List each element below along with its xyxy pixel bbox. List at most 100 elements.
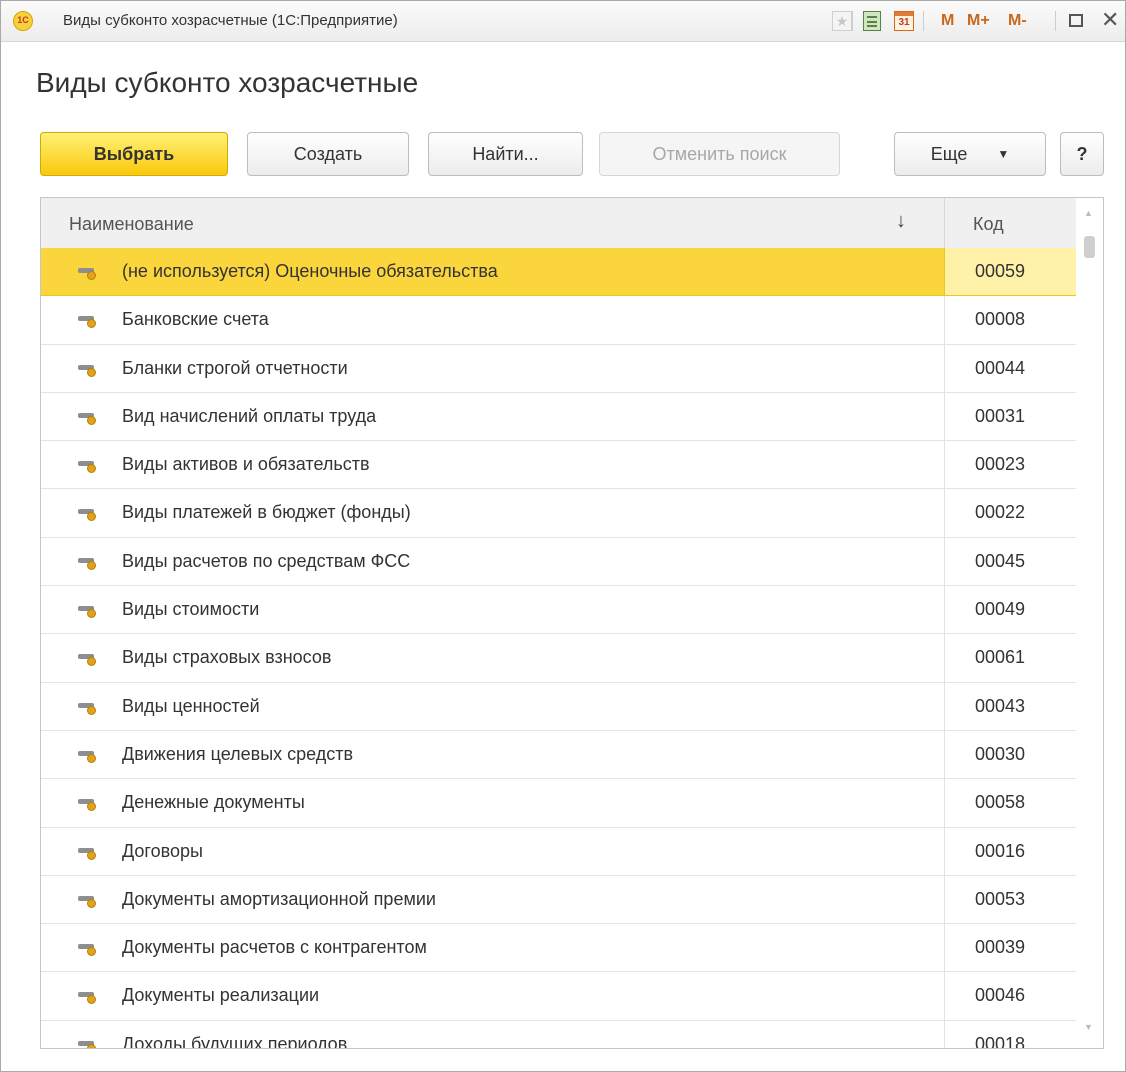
table-row[interactable]: Документы расчетов с контрагентом 00039 [41,924,1076,973]
close-icon[interactable]: ✕ [1101,8,1119,32]
subconto-type-icon [78,268,96,280]
subconto-type-icon [78,895,96,908]
row-name: Виды активов и обязательств [122,454,370,475]
row-code: 00030 [975,743,1026,764]
subconto-type-icon [78,461,96,474]
table-row[interactable]: Документы реализации 00046 [41,972,1076,1021]
app-window: 1С Виды субконто хозрасчетные (1С:Предпр… [0,0,1126,1072]
row-code-cell: 00043 [944,682,1076,730]
cancel-search-button: Отменить поиск [599,132,840,176]
subconto-type-icon [78,944,96,957]
row-code-cell: 00058 [944,779,1076,827]
row-code-cell: 00023 [944,441,1076,489]
row-name: Банковские счета [122,309,269,330]
favorite-star-icon[interactable]: ★ [832,11,852,31]
row-name: Вид начислений оплаты труда [122,405,377,426]
table-row[interactable]: Виды стоимости 00049 [41,586,1076,635]
row-code-cell: 00053 [944,875,1076,924]
table-row[interactable]: (не используется) Оценочные обязательств… [41,248,1076,297]
scroll-down-arrow-icon[interactable]: ▼ [1084,1022,1093,1032]
subconto-type-icon [78,412,96,425]
row-code-cell: 00045 [944,537,1076,586]
table-row[interactable]: Виды расчетов по средствам ФСС 00045 [41,537,1076,587]
row-code: 00058 [975,792,1026,813]
table-row[interactable]: Денежные документы 00058 [41,779,1076,828]
row-code-cell: 00059 [944,248,1076,296]
row-name: Документы реализации [122,985,320,1006]
table-row[interactable]: Виды активов и обязательств 00023 [41,441,1076,490]
subconto-type-icon [78,654,96,667]
table-row[interactable]: Виды страховых взносов 00061 [41,634,1076,683]
row-code-cell: 00018 [944,1020,1076,1048]
row-code-cell: 00044 [944,344,1076,392]
row-code: 00016 [975,840,1026,861]
calculator-icon[interactable] [863,11,881,31]
row-name: Документы амортизационной премии [122,888,436,909]
row-code: 00049 [975,599,1026,620]
table-row[interactable]: Вид начислений оплаты труда 00031 [41,392,1076,442]
subconto-type-icon [78,509,96,522]
subconto-type-icon [78,702,96,715]
row-code: 00043 [975,695,1026,716]
column-header-code-cell[interactable]: Код [944,198,1076,248]
subconto-type-icon [78,799,96,812]
more-button[interactable]: Еще ▼ [894,132,1046,176]
help-button[interactable]: ? [1060,132,1104,176]
row-name: Виды страховых взносов [122,647,332,668]
scroll-thumb[interactable] [1084,236,1095,258]
row-code: 00046 [975,985,1026,1006]
sort-down-arrow-icon[interactable]: ↓ [896,210,906,233]
row-name: Документы расчетов с контрагентом [122,937,427,958]
table-row[interactable]: Банковские счета 00008 [41,296,1076,345]
row-name: Договоры [122,840,203,861]
table-row[interactable]: Договоры 00016 [41,827,1076,876]
memory-m-button[interactable]: M [941,12,954,30]
toolbar-divider [923,11,924,31]
subconto-type-icon [78,316,96,329]
column-header-name[interactable]: Наименование [69,214,194,235]
app-logo-icon[interactable]: 1С [13,11,33,31]
table-row[interactable]: Доходы будущих периодов 00018 [41,1020,1076,1049]
maximize-icon[interactable] [1069,14,1083,27]
row-code: 00059 [975,261,1026,281]
row-code-cell: 00046 [944,972,1076,1020]
row-code: 00023 [975,454,1026,475]
select-button[interactable]: Выбрать [40,132,228,176]
row-code-cell: 00016 [944,827,1076,875]
find-button[interactable]: Найти... [428,132,583,176]
row-name: (не используется) Оценочные обязательств… [122,261,498,281]
table-row[interactable]: Виды ценностей 00043 [41,682,1076,731]
create-button[interactable]: Создать [247,132,409,176]
subconto-type-icon [78,847,96,860]
app-logo-text: 1С [17,15,29,25]
subconto-type-icon [78,992,96,1005]
row-name: Движения целевых средств [122,743,354,764]
memory-minus-button[interactable]: M- [1008,12,1027,30]
row-name: Виды платежей в бюджет (фонды) [122,502,411,523]
row-name: Виды расчетов по средствам ФСС [122,550,411,571]
calendar-icon[interactable]: 31 [894,11,914,31]
table-row[interactable]: Виды платежей в бюджет (фонды) 00022 [41,489,1076,538]
row-code-cell: 00022 [944,489,1076,537]
row-name: Бланки строгой отчетности [122,357,348,378]
toolbar-divider [852,11,853,31]
scroll-up-arrow-icon[interactable]: ▲ [1084,208,1093,218]
row-code-cell: 00031 [944,392,1076,441]
more-label: Еще [930,143,968,164]
table-row[interactable]: Документы амортизационной премии 00053 [41,875,1076,925]
dropdown-arrow-icon: ▼ [997,147,1010,161]
table-row[interactable]: Движения целевых средств 00030 [41,730,1076,780]
title-bar[interactable]: 1С Виды субконто хозрасчетные (1С:Предпр… [1,1,1125,42]
row-name: Доходы будущих периодов [122,1033,348,1049]
row-code: 00061 [975,647,1026,668]
vertical-scrollbar[interactable]: ▲ ▼ [1076,198,1103,1048]
subconto-type-icon [78,606,96,619]
row-code-cell: 00061 [944,634,1076,682]
table-body: (не используется) Оценочные обязательств… [41,248,1076,1049]
row-code-cell: 00008 [944,296,1076,344]
row-name: Виды стоимости [122,599,260,620]
row-code-cell: 00049 [944,586,1076,634]
table-row[interactable]: Бланки строгой отчетности 00044 [41,344,1076,393]
memory-plus-button[interactable]: M+ [967,12,990,30]
row-code-cell: 00030 [944,730,1076,779]
